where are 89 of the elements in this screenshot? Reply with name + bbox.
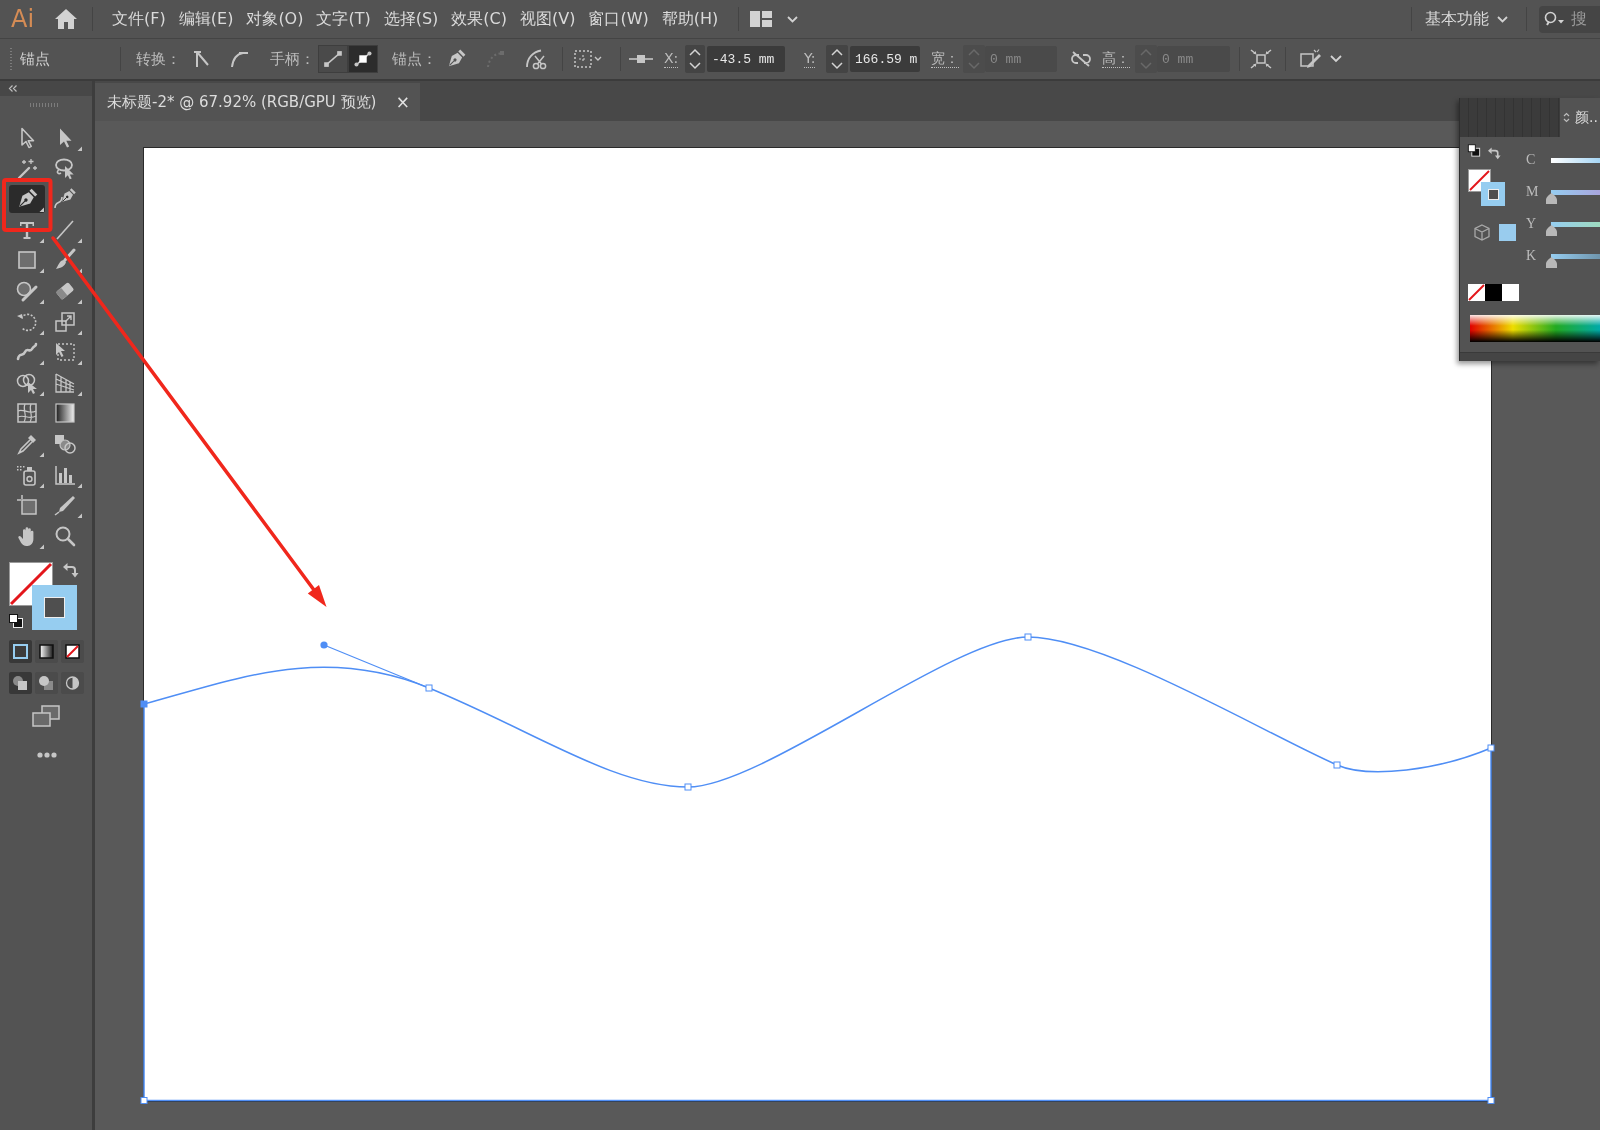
anchor-point[interactable] [684,783,692,791]
slider-track[interactable] [1546,221,1600,236]
menu-item[interactable]: 帮助(H) [661,8,719,30]
slider-thumb[interactable] [1546,192,1557,204]
draw-inside-icon[interactable] [61,671,84,694]
chevron-down-icon[interactable] [787,15,799,23]
search-field[interactable]: 搜 [1539,5,1600,33]
stepper-button[interactable] [685,45,705,73]
more-icon[interactable] [37,751,57,758]
color-spectrum[interactable] [1470,315,1600,342]
menu-item[interactable]: 窗口(W) [588,8,649,30]
anchor-point[interactable] [425,684,433,692]
anchor-point[interactable] [1487,744,1495,752]
highlight-frame [2,178,53,232]
up-down-chevron-icon [1563,112,1570,123]
draw-normal-icon[interactable] [9,671,32,694]
screen-mode-icon[interactable] [32,704,60,727]
layout-grid-icon[interactable] [750,11,773,27]
menu-item[interactable]: 对象(O) [246,8,304,30]
y-label: Y: [804,50,816,68]
menu-item[interactable]: 文字(T) [316,8,371,30]
channel-label: M [1526,184,1540,200]
menu-item[interactable]: 文件(F) [112,8,166,30]
menu-item[interactable]: 选择(S) [383,8,439,30]
channel-label: K [1526,248,1538,264]
cube-icon[interactable] [1474,224,1490,241]
channel-label: C [1526,152,1537,168]
direction-handle[interactable] [320,641,427,688]
web-safe-swatch[interactable] [1499,224,1516,241]
x-field[interactable]: -43.5 mm [707,46,785,72]
anchor-point[interactable] [140,1097,148,1104]
menu-item[interactable]: 视图(V) [520,8,576,30]
none-mode-icon[interactable] [61,639,84,663]
chevron-down-icon [1497,15,1508,23]
document-tab[interactable]: 未标题-2* @ 67.92% (RGB/GPU 预览) × [95,83,420,121]
slider-thumb[interactable] [1546,224,1557,236]
broken-link-icon[interactable] [1070,51,1092,67]
panel-tab[interactable]: 颜.. [1560,98,1600,137]
pen-nib-icon[interactable] [9,185,45,214]
stepper-button[interactable] [826,45,848,73]
home-icon[interactable] [54,8,79,30]
width-label: 宽： [931,50,959,68]
dotted-rectangle-icon[interactable] [573,49,603,69]
grip-icon[interactable] [30,103,58,107]
color-fill-mode-icon[interactable] [9,639,32,663]
none-swatch-icon[interactable] [1468,284,1485,301]
chevron-down-icon[interactable] [1330,55,1342,63]
corner-point-icon[interactable] [192,49,212,69]
x-label: X: [664,50,679,68]
swap-arrow-icon[interactable] [63,562,79,578]
y-field[interactable]: 166.59 m [850,46,920,72]
stroke-swatch[interactable] [1481,182,1505,206]
color-swatch-icon[interactable] [1502,284,1519,301]
anchor-point[interactable] [1024,633,1032,641]
direction-handle-icon[interactable] [348,45,378,73]
search-icon [1544,11,1565,27]
collapse-icon[interactable] [8,85,18,92]
stroke-swatch[interactable] [32,584,77,630]
anchor-point[interactable] [1333,761,1341,769]
panel-grip[interactable] [1460,98,1560,137]
color-swatch-icon[interactable] [1485,284,1502,301]
handles-label: 手柄： [270,49,315,69]
slider-thumb[interactable] [1546,256,1557,268]
channel-label: Y [1526,216,1538,232]
default-colors-icon[interactable] [1467,143,1481,157]
align-line-icon[interactable] [629,53,653,65]
scissors-curve-icon[interactable] [525,48,547,70]
square-pencil-icon[interactable] [1300,49,1322,69]
slider-track[interactable] [1546,253,1600,268]
convert-label: 转换： [136,49,181,69]
default-colors-icon[interactable] [8,612,24,628]
dotted-curve-icon[interactable] [485,49,505,69]
corner-arrows-icon[interactable] [1250,49,1272,69]
smooth-point-icon[interactable] [229,49,249,69]
app-logo: Ai [11,5,35,33]
anchors-label: 锚点： [392,49,437,69]
height-label: 高： [1102,50,1130,68]
swap-arrow-icon[interactable] [1488,147,1501,160]
draw-behind-icon[interactable] [35,671,58,694]
menu-item[interactable]: 编辑(E) [178,8,234,30]
direction-handle-icon[interactable] [318,45,348,73]
slider-track[interactable] [1546,189,1600,204]
anchor-point[interactable] [140,700,148,708]
selection-label: 锚点 [20,49,50,69]
gradient-mode-icon[interactable] [35,639,58,663]
workspace-button[interactable]: 基本功能 [1425,8,1510,30]
menu-item[interactable]: 效果(C) [451,8,507,30]
close-button[interactable]: × [395,92,410,112]
anchor-point[interactable] [1487,1097,1495,1104]
